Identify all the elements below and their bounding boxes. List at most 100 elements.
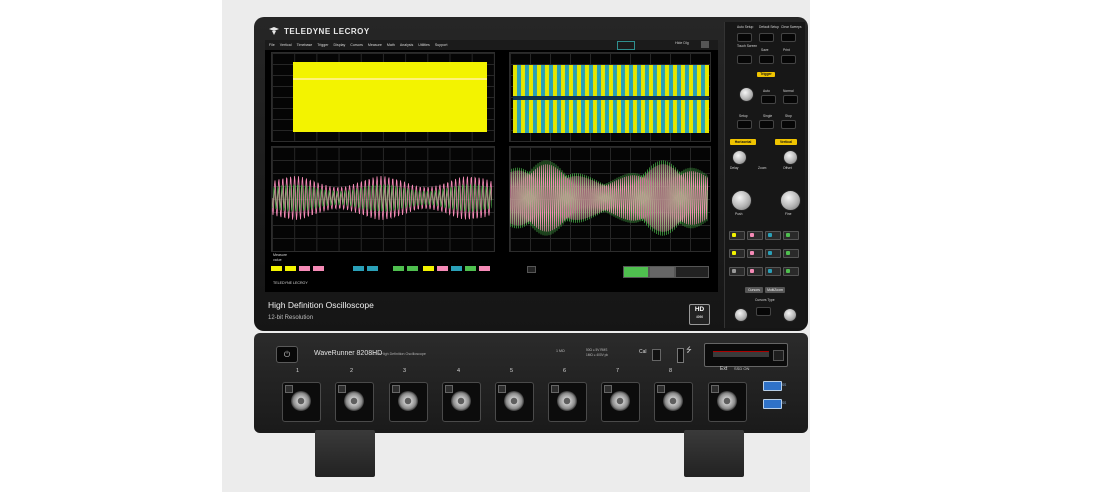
channel8-button[interactable] [783, 249, 799, 258]
clear-sweeps-button[interactable] [781, 33, 796, 42]
channel1-descriptor-2[interactable] [285, 266, 296, 271]
zoom-button[interactable] [747, 267, 763, 276]
usb3-port-1[interactable] [763, 381, 782, 391]
channel-number-4: 4 [457, 368, 461, 374]
channel3-descriptor-2[interactable] [367, 266, 378, 271]
probe-sense-7 [604, 385, 612, 393]
auto-setup-button[interactable] [737, 33, 752, 42]
right-control-panel: Auto Setup Default Setup Clear Sweeps To… [724, 22, 805, 328]
channel4-button[interactable] [783, 231, 799, 240]
bnc-input-6[interactable] [548, 382, 587, 422]
usb3-port-2[interactable] [763, 399, 782, 409]
channel2-descriptor-2[interactable] [313, 266, 324, 271]
menu-item-cursors[interactable]: Cursors [350, 43, 363, 47]
auto-setup-label: Auto Setup [737, 25, 754, 29]
timebase-knob[interactable] [731, 190, 752, 211]
digital-button[interactable] [783, 267, 799, 276]
cal-label: Cal [639, 349, 647, 355]
channel3-descriptor[interactable] [353, 266, 364, 271]
channel1-trace-highlight [293, 78, 487, 80]
cursors-type-button[interactable] [756, 307, 771, 316]
trigger-single-button[interactable] [759, 120, 774, 129]
usb-icon: ⭍ [686, 347, 692, 354]
menu-item-file[interactable]: File [269, 43, 275, 47]
acquisition-descriptor[interactable] [675, 266, 709, 278]
trigger-normal-button[interactable] [783, 95, 798, 104]
channel4-descriptor[interactable] [393, 266, 404, 271]
offset-label: Offset [783, 166, 792, 170]
bnc-input-8[interactable] [654, 382, 693, 422]
bnc-input-1[interactable] [282, 382, 321, 422]
touch-screen[interactable]: File Vertical Timebase Trigger Display C… [265, 40, 718, 292]
channel7-descriptor[interactable] [451, 266, 462, 271]
channel5-button[interactable] [729, 249, 745, 258]
memory-button[interactable] [765, 267, 781, 276]
print-label: Print [783, 48, 790, 52]
menu-item-analysis[interactable]: Analysis [400, 43, 413, 47]
bnc-input-5[interactable] [495, 382, 534, 422]
print-button[interactable] [781, 55, 796, 64]
bnc-input-4[interactable] [442, 382, 481, 422]
channel1-descriptor[interactable] [271, 266, 282, 271]
menu-item-trigger[interactable]: Trigger [317, 43, 328, 47]
cursor-right-knob[interactable] [783, 308, 797, 322]
ssd-slot [713, 352, 769, 357]
default-setup-button[interactable] [759, 33, 774, 42]
cursor-left-knob[interactable] [734, 308, 748, 322]
channel4-descriptor-2[interactable] [407, 266, 418, 271]
measurement-readout[interactable]: Measure value TELEDYNE LECROY [271, 253, 712, 287]
math-descriptor[interactable] [479, 266, 490, 271]
bnc-connector-6 [557, 391, 577, 411]
trigger-stop-button[interactable] [781, 120, 796, 129]
menu-item-timebase[interactable]: Timebase [297, 43, 313, 47]
channel6-button[interactable] [747, 249, 763, 258]
trigger-setup-button[interactable] [737, 120, 752, 129]
ssd-eject-button[interactable] [773, 350, 784, 361]
channel6-descriptor[interactable] [437, 266, 448, 271]
channel7-button[interactable] [765, 249, 781, 258]
menu-item-display[interactable]: Display [334, 43, 346, 47]
touch-screen-button[interactable] [737, 55, 752, 64]
setup-label: Setup [739, 114, 748, 118]
trigger-level-knob[interactable] [739, 87, 754, 102]
vertical-offset-knob[interactable] [783, 150, 798, 165]
hd-badge-text: HD [694, 306, 705, 313]
minimize-icon[interactable] [701, 41, 709, 48]
cal-output-port[interactable] [652, 349, 661, 361]
horizontal-delay-knob[interactable] [732, 150, 747, 165]
channel1-button[interactable] [729, 231, 745, 240]
menu-item-math[interactable]: Math [387, 43, 395, 47]
channel3-button[interactable] [765, 231, 781, 240]
bnc-input-3[interactable] [389, 382, 428, 422]
volts-div-knob[interactable] [780, 190, 801, 211]
hide-dialog-button[interactable]: Hide Dlg [675, 41, 689, 45]
readout-value-label: value [273, 258, 282, 262]
math-button[interactable] [729, 267, 745, 276]
channel5-descriptor[interactable] [423, 266, 434, 271]
probe-sense-3 [392, 385, 400, 393]
fine-label: Fine [785, 212, 792, 216]
menu-item-vertical[interactable]: Vertical [280, 43, 292, 47]
probe-sense-1 [285, 385, 293, 393]
datetime-box[interactable] [617, 41, 635, 50]
trigger-auto-button[interactable] [761, 95, 776, 104]
save-button[interactable] [759, 55, 774, 64]
bnc-input-2[interactable] [335, 382, 374, 422]
channel2-descriptor[interactable] [299, 266, 310, 271]
menu-item-measure[interactable]: Measure [368, 43, 382, 47]
trigger-descriptor[interactable] [649, 266, 675, 278]
bnc-input-ext[interactable] [708, 382, 747, 422]
ssd-bay[interactable] [704, 343, 788, 367]
channel2-button[interactable] [747, 231, 763, 240]
multizoom-section-tag: MultiZoom [765, 287, 785, 293]
menu-item-support[interactable]: Support [435, 43, 448, 47]
power-button[interactable]: ⏻ [276, 346, 298, 363]
timebase-descriptor[interactable] [623, 266, 649, 278]
bnc-input-7[interactable] [601, 382, 640, 422]
add-trace-button[interactable] [527, 266, 536, 273]
usb-port-small[interactable] [677, 348, 684, 363]
trigger-section-tag: Trigger [757, 72, 775, 77]
channel2-waveform [272, 175, 492, 220]
channel8-descriptor[interactable] [465, 266, 476, 271]
menu-item-utilities[interactable]: Utilities [418, 43, 430, 47]
